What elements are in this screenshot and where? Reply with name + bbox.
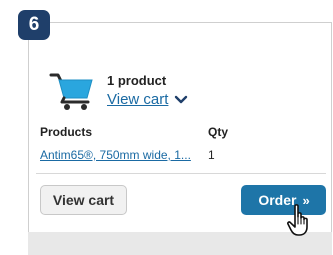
shopping-cart-icon [49, 73, 93, 110]
qty-column-header: Qty [208, 125, 229, 139]
cart-product-count: 1 product [107, 73, 167, 88]
product-qty: 1 [208, 148, 215, 162]
chevron-down-icon [175, 95, 188, 103]
view-cart-dropdown-link[interactable]: View cart [107, 91, 188, 108]
hand-pointer-cursor-icon [287, 204, 308, 236]
step-badge: 6 [18, 10, 50, 40]
view-cart-button[interactable]: View cart [40, 185, 127, 215]
products-column-header: Products [40, 125, 93, 139]
view-cart-link-label: View cart [107, 91, 169, 108]
divider [36, 173, 326, 174]
product-link[interactable]: Antim65®, 750mm wide, 1... [40, 148, 191, 162]
